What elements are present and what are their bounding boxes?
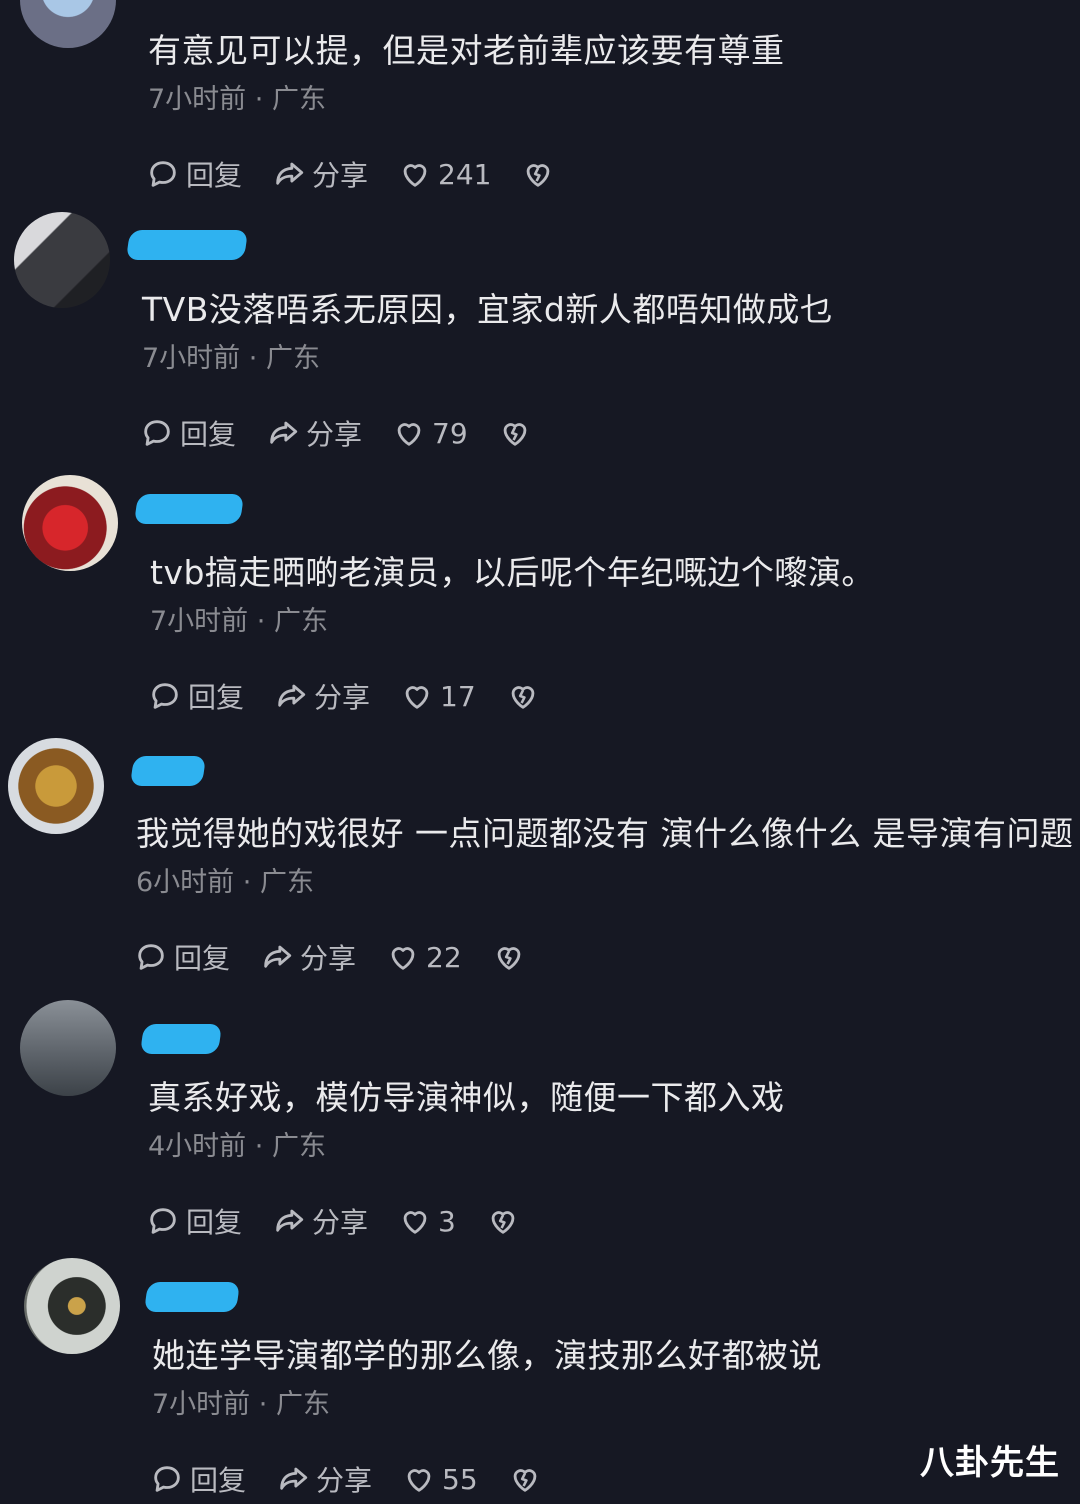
broken-heart-icon [497,947,521,970]
comment-actions: 回复 分享 22 [134,937,556,977]
dislike-button[interactable] [508,1462,542,1496]
heart-icon [391,947,415,970]
dislike-button[interactable] [498,416,532,450]
share-arrow-icon [276,162,304,185]
username-redacted[interactable] [139,1024,223,1054]
like-button[interactable]: 22 [386,940,462,974]
reply-button[interactable]: 回复 [140,413,236,453]
like-button[interactable]: 3 [398,1204,456,1238]
comment-actions: 回复 分享 55 [150,1459,572,1499]
comment-meta: 4小时前 · 广东 [148,1131,326,1162]
avatar[interactable] [20,1000,116,1096]
speech-bubble-icon [144,420,170,446]
heart-icon [407,1469,431,1492]
share-arrow-icon [264,945,292,968]
comment-actions: 回复 分享 3 [146,1201,550,1241]
comment-actions: 回复 分享 17 [148,676,570,716]
speech-bubble-icon [152,683,178,709]
share-button[interactable]: 分享 [272,1201,368,1241]
broken-heart-icon [511,686,535,709]
reply-button[interactable]: 回复 [146,154,242,194]
comment-text: 有意见可以提，但是对老前辈应该要有尊重 [148,31,785,70]
comment-text: 我觉得她的戏很好 一点问题都没有 演什么像什么 是导演有问题 [136,814,1074,853]
share-arrow-icon [280,1467,308,1490]
broken-heart-icon [503,423,527,446]
comment-meta: 7小时前 · 广东 [150,606,328,637]
reply-button[interactable]: 回复 [146,1201,242,1241]
like-count: 17 [440,679,476,713]
avatar[interactable] [14,212,110,308]
dislike-button[interactable] [506,679,540,713]
like-button[interactable]: 55 [402,1462,478,1496]
avatar[interactable] [24,1258,120,1354]
avatar[interactable] [22,475,118,571]
like-count: 79 [432,416,468,450]
share-button[interactable]: 分享 [272,154,368,194]
reply-button[interactable]: 回复 [150,1459,246,1499]
like-count: 241 [438,157,492,191]
speech-bubble-icon [138,944,164,970]
username-redacted[interactable] [143,1282,241,1312]
like-button[interactable]: 241 [398,157,491,191]
username-redacted[interactable] [133,494,245,524]
comment-actions: 回复 分享 241 [146,154,585,194]
dislike-button[interactable] [521,157,555,191]
comment-text: tvb搞走晒啲老演员，以后呢个年纪嘅边个嚟演。 [150,553,875,592]
share-arrow-icon [270,421,298,444]
share-button[interactable]: 分享 [274,676,370,716]
share-button[interactable]: 分享 [260,937,356,977]
reply-button[interactable]: 回复 [148,676,244,716]
comment-meta: 7小时前 · 广东 [152,1389,330,1420]
heart-icon [403,1211,427,1234]
username-redacted[interactable] [129,756,207,786]
share-button[interactable]: 分享 [276,1459,372,1499]
broken-heart-icon [491,1211,515,1234]
like-count: 55 [442,1462,478,1496]
like-count: 22 [426,940,462,974]
username-redacted[interactable] [125,230,249,260]
reply-button[interactable]: 回复 [134,937,230,977]
comment-meta: 6小时前 · 广东 [136,867,314,898]
dislike-button[interactable] [492,940,526,974]
heart-icon [397,423,421,446]
like-button[interactable]: 17 [400,679,476,713]
dislike-button[interactable] [486,1204,520,1238]
broken-heart-icon [527,164,550,187]
comment-actions: 回复 分享 79 [140,413,562,453]
avatar[interactable] [20,0,116,48]
comment-meta: 7小时前 · 广东 [142,343,320,374]
comment-text: TVB没落唔系无原因，宜家d新人都唔知做成乜 [142,290,834,329]
comment-meta: 7小时前 · 广东 [148,84,326,115]
share-button[interactable]: 分享 [266,413,362,453]
share-arrow-icon [276,1209,304,1232]
speech-bubble-icon [150,161,176,187]
broken-heart-icon [513,1469,537,1492]
speech-bubble-icon [150,1208,176,1234]
avatar[interactable] [8,738,104,834]
share-arrow-icon [278,684,306,707]
like-button[interactable]: 79 [392,416,468,450]
like-count: 3 [438,1204,456,1238]
comment-text: 她连学导演都学的那么像，演技那么好都被说 [152,1336,822,1375]
heart-icon [403,164,427,187]
watermark: 八卦先生 [920,1443,1060,1483]
speech-bubble-icon [154,1466,180,1492]
comment-text: 真系好戏，模仿导演神似，随便一下都入戏 [148,1078,785,1117]
heart-icon [405,686,429,709]
